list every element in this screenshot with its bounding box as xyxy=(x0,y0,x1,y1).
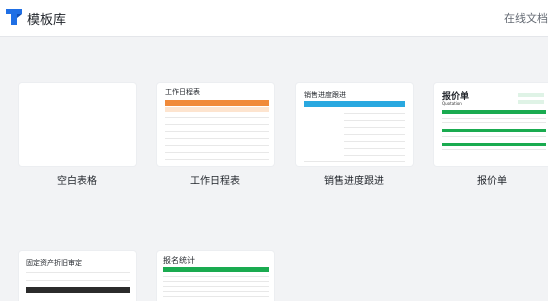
preview-subtitle: Quotation xyxy=(442,101,462,106)
preview-subheader xyxy=(165,107,269,112)
template-card-quotation[interactable]: 报价单 Quotation xyxy=(434,83,548,166)
preview-header-bar xyxy=(304,101,405,107)
preview-title: 固定资产折旧审定 xyxy=(26,259,82,267)
template-label-sales[interactable]: 销售进度跟进 xyxy=(294,172,414,187)
preview-header-bar xyxy=(163,267,269,272)
template-card-registration[interactable]: 报名统计 xyxy=(157,251,274,301)
preview-title: 销售进度跟进 xyxy=(304,91,346,99)
top-bar: 模板库 在线文档 xyxy=(0,0,548,37)
preview-header-bar xyxy=(442,110,546,114)
preview-title: 工作日程表 xyxy=(165,88,200,96)
template-label-schedule[interactable]: 工作日程表 xyxy=(155,172,275,187)
template-card-fixed-asset[interactable]: 固定资产折旧审定 xyxy=(19,251,136,301)
template-card-sales[interactable]: 销售进度跟进 xyxy=(296,83,413,166)
preview-header-bar xyxy=(165,100,269,106)
preview-header-bar xyxy=(26,287,130,293)
online-docs-link[interactable]: 在线文档 xyxy=(504,10,548,26)
template-library-logo-icon[interactable] xyxy=(5,7,23,27)
app-title: 模板库 xyxy=(27,13,67,28)
template-card-blank[interactable] xyxy=(19,83,136,166)
template-label-blank[interactable]: 空白表格 xyxy=(17,172,137,187)
template-label-quotation[interactable]: 报价单 xyxy=(432,172,548,187)
preview-title: 报名统计 xyxy=(163,256,195,265)
template-card-schedule[interactable]: 工作日程表 xyxy=(157,83,274,166)
